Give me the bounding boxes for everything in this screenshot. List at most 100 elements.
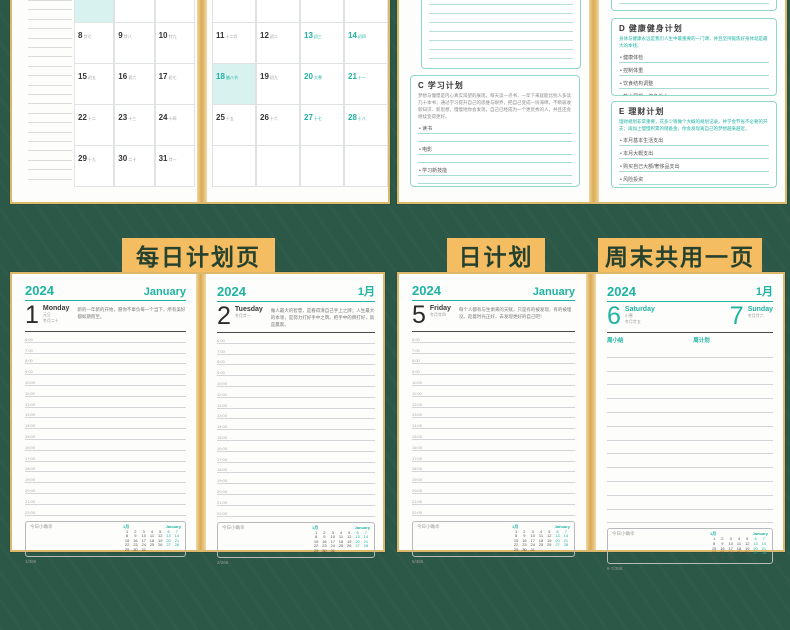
time-label: 11:00 — [412, 392, 422, 396]
calendar-day-cell — [114, 0, 154, 23]
calendar-day-cell: 14初四 — [344, 23, 388, 64]
monthly-calendar-spread: 8廿七9廿八10廿九15初五16初六17初七22十二23十三24十四29十九30… — [10, 0, 390, 204]
lined-notes-box — [611, 0, 777, 11]
date-stack: Saturday小寒冬月廿五 — [625, 306, 655, 330]
time-line: 18:00 — [217, 463, 375, 474]
date-row: 6Saturday小寒冬月廿五7Sunday冬月廿六 — [607, 305, 773, 330]
daily-footer-box: 今日小确幸1月January12345678910111213141516171… — [412, 521, 575, 557]
time-line: 8:00 — [217, 355, 375, 366]
time-line: 14:00 — [217, 419, 375, 430]
calendar-day-cell: 26十六 — [256, 105, 300, 146]
time-line: 17:00 — [217, 452, 375, 463]
mini-cal-day — [148, 548, 156, 553]
lunar-label: 廿一 — [169, 157, 177, 162]
mini-calendar-row: 293031 — [123, 548, 181, 553]
time-line: 22:00 — [412, 505, 575, 516]
header-separator — [607, 332, 773, 333]
time-label: 7:00 — [412, 349, 420, 353]
day-number: 16 — [118, 72, 127, 81]
plan-letter: C — [418, 81, 425, 90]
calendar-day-cell — [344, 0, 388, 23]
time-line: 20:00 — [217, 484, 375, 495]
mini-cal-day — [545, 548, 553, 553]
weekday-label: Saturday — [625, 306, 655, 313]
page-header: 2024January — [25, 283, 186, 301]
time-label: 19:00 — [412, 478, 422, 482]
daily-footer-box: 今日小确幸1月January12345678910111213141516171… — [607, 528, 773, 564]
year-label: 2024 — [25, 283, 54, 298]
mini-cal-day: 31 — [529, 548, 537, 553]
day-number: 28 — [348, 113, 357, 122]
daily-pages-spread-left: 2024January1Monday元旦冬月二十新的一年新的开始，愿你不辜负每一… — [10, 272, 385, 552]
mini-cal-day: 30 — [320, 549, 328, 554]
write-line — [607, 427, 773, 441]
time-line: 12:00 — [217, 398, 375, 409]
time-line: 9:00 — [217, 365, 375, 376]
time-line: 21:00 — [217, 495, 375, 506]
ruled-line — [429, 31, 573, 32]
calendar-day-cell: 31廿一 — [155, 146, 195, 187]
ruled-line — [28, 113, 72, 114]
daily-planner-page: 2024January5Friday冬月廿四每个人都有与生俱来的天赋，只是有的被… — [403, 274, 582, 550]
mini-cal-day: 30 — [520, 548, 528, 553]
write-line — [607, 358, 773, 372]
time-label: 14:00 — [412, 424, 422, 428]
ruled-line — [28, 132, 72, 133]
time-label: 8:00 — [25, 359, 33, 363]
mini-cal-day — [353, 549, 361, 554]
mini-calendar-row: 293031 — [312, 549, 370, 554]
time-line: 21:00 — [412, 494, 575, 505]
ruled-line — [429, 4, 573, 5]
day-number: 29 — [78, 154, 87, 163]
plan-title: C学习计划 — [418, 80, 572, 91]
day-number: 15 — [78, 72, 87, 81]
time-label: 14:00 — [25, 424, 35, 428]
date-row: 2Tuesday冬月廿一做人最大的智慧，是看得清自己手上之牌；人生最大的本领，是… — [217, 305, 375, 330]
mini-cal-day — [537, 548, 545, 553]
time-label: 6:00 — [217, 339, 225, 343]
mini-cal-day — [760, 556, 768, 561]
time-label: 7:00 — [217, 350, 225, 354]
write-line — [607, 510, 773, 524]
ruled-line — [28, 19, 72, 20]
write-line — [607, 482, 773, 496]
daily-planner-page: 2024January1Monday元旦冬月二十新的一年新的开始，愿你不辜负每一… — [16, 274, 193, 550]
mini-cal-day — [743, 556, 751, 561]
plan-paragraph: 梦想与憧憬是内心真实渴望的展现。每天读一点书，一年下来就能比别人多读几十本书；通… — [418, 93, 572, 121]
time-label: 6:00 — [25, 338, 33, 342]
ruled-line — [28, 75, 72, 76]
page-number: 1/366 — [25, 559, 186, 564]
time-line: 17:00 — [412, 451, 575, 462]
write-line — [607, 344, 773, 358]
day-number: 31 — [159, 154, 168, 163]
lunar-label: 初九 — [270, 75, 278, 80]
page-number: 6-7/366 — [607, 566, 773, 571]
calendar-day-cell: 24十四 — [155, 105, 195, 146]
lunar-label: 十一 — [358, 75, 366, 80]
ruled-line — [28, 85, 72, 86]
calendar-day-cell — [256, 0, 300, 23]
time-label: 12:00 — [25, 403, 35, 407]
time-label: 19:00 — [217, 479, 227, 483]
mini-cal-day: 29 — [123, 548, 131, 553]
weekday-label: Friday — [430, 305, 451, 312]
ruled-line — [28, 9, 72, 10]
date-group: 2Tuesday冬月廿一 — [217, 305, 263, 330]
calendar-day-cell: 19初九 — [256, 64, 300, 105]
time-line: 21:00 — [25, 494, 186, 505]
ruled-line — [28, 66, 72, 67]
time-label: 15:00 — [217, 436, 227, 440]
time-label: 12:00 — [217, 404, 227, 408]
daily-planner-page: 20241月2Tuesday冬月廿一做人最大的智慧，是看得清自己手上之牌；人生最… — [208, 274, 382, 550]
time-line: 11:00 — [25, 386, 186, 397]
mini-cal-day: 31 — [329, 549, 337, 554]
calendar-day-cell: 11十二月 — [212, 23, 256, 64]
date-stack: Monday元旦冬月二十 — [43, 305, 69, 329]
calendar-day-cell — [74, 0, 114, 23]
mini-cal-day — [337, 549, 345, 554]
date-group: 7Sunday冬月廿六 — [730, 305, 773, 330]
day-number: 9 — [118, 31, 122, 40]
book-spine — [197, 0, 207, 202]
ruled-line — [28, 38, 72, 39]
mini-month-calendar: 1月January1234567891011121314151617181920… — [710, 531, 768, 561]
